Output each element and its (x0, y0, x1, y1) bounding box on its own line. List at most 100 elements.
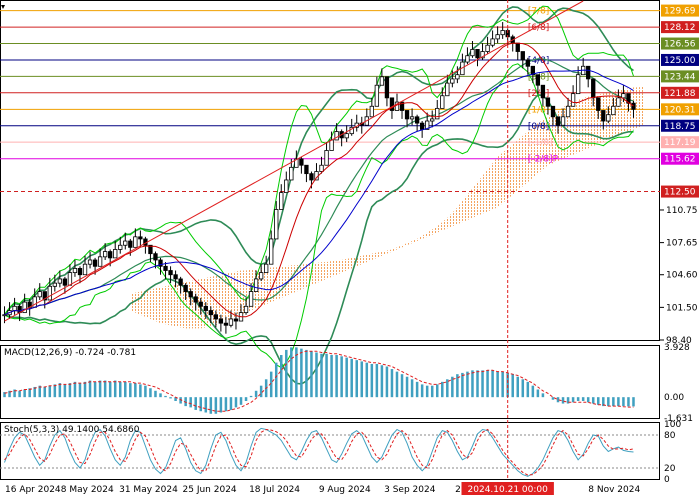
level-tag-label: 112.50 (664, 188, 696, 198)
candle-body (485, 44, 490, 52)
candle-body (77, 268, 83, 276)
candle-body (248, 291, 254, 307)
candle-body (133, 236, 138, 248)
candle-body (188, 291, 193, 298)
candle-body (540, 84, 546, 99)
candle-body (309, 173, 314, 181)
candle-body (319, 164, 324, 172)
candle-body (269, 238, 274, 265)
x-tick-label: 16 Apr 2024 (5, 485, 61, 495)
candle-body (178, 278, 183, 286)
candle-body (183, 284, 188, 292)
level-tag-label: 128.12 (664, 23, 696, 33)
candle-body (575, 74, 581, 95)
candle-body (118, 244, 123, 250)
candle-body (374, 84, 380, 107)
candle-body (82, 263, 88, 276)
level-tag-label: 117.19 (664, 138, 696, 148)
macd-label: MACD(12,26,9) -0.724 -0.781 (4, 348, 136, 358)
price-panel-frame (0, 0, 660, 341)
time-marker-label: 2024.10.21 00:00 (468, 485, 549, 495)
candle-body (304, 164, 309, 175)
candle-body (329, 139, 334, 151)
candle-body (495, 34, 500, 40)
candle-body (414, 116, 420, 124)
candle-body (440, 95, 445, 109)
macd-signal-line (4, 350, 634, 412)
candle-body (72, 268, 78, 274)
candle-body (435, 107, 440, 120)
candle-body (12, 305, 17, 311)
candle-body (324, 150, 329, 166)
candle-body (193, 296, 198, 303)
stoch-signal-line (4, 428, 634, 476)
candle-body (545, 97, 551, 107)
candle-body (450, 78, 455, 84)
macd-tick-label: 0.00 (664, 393, 684, 403)
candle-body (233, 318, 239, 322)
stoch-tick-label: 20 (664, 464, 676, 474)
candle-body (52, 282, 57, 287)
level-tag-label: 121.88 (664, 89, 696, 99)
stoch-tick-label: 100 (664, 420, 681, 430)
candle-body (32, 296, 37, 308)
x-tick-label: 31 May 2024 (119, 485, 178, 495)
candle-body (218, 318, 224, 324)
candle-body (404, 110, 410, 120)
candle-body (243, 305, 249, 314)
symbol-dropdown-icon[interactable] (1, 5, 5, 9)
candle-body (570, 93, 576, 107)
stoch-lines (4, 427, 634, 477)
murrey-label: [-2/8]P (528, 155, 559, 165)
stoch-label: Stoch(5,3,3) 49.1400 54.6860 (4, 425, 140, 435)
murrey-label: [-1/8] (528, 138, 553, 148)
candle-body (138, 236, 143, 240)
macd-tick-label: 3.928 (664, 343, 690, 353)
candle-body (621, 93, 626, 99)
candle-body (409, 116, 415, 120)
murrey-label: [0/8] (528, 122, 550, 132)
candle-body (475, 49, 480, 59)
candle-body (284, 179, 289, 194)
candle-body (253, 278, 259, 292)
stoch-panel: 10080 200 Stoch(5,3,3) 49.1400 54.6860 (0, 420, 681, 485)
candle-body (168, 270, 173, 276)
y-tick-label: 104.60 (666, 271, 698, 281)
candle-body (525, 59, 530, 67)
x-tick-label: 3 Sep 2024 (384, 485, 436, 495)
candle-body (102, 251, 108, 258)
candle-body (611, 105, 616, 116)
candle-body (198, 301, 203, 307)
y-tick-label: 110.75 (666, 206, 698, 216)
x-tick-label: 9 Aug 2024 (319, 485, 371, 495)
level-tag-label: 123.44 (664, 72, 696, 82)
candle-body (228, 318, 234, 326)
time-axis: 16 Apr 2024 8 May 2024 31 May 2024 25 Jun 2… (5, 482, 640, 495)
candle-body (596, 97, 601, 111)
candle-body (565, 105, 571, 118)
candle-body (500, 30, 505, 36)
candle-body (57, 278, 63, 284)
candle-body (62, 278, 68, 286)
candle-body (128, 240, 133, 248)
stoch-axis: 10080 200 (664, 420, 681, 485)
candle-body (108, 251, 113, 259)
level-tag-label: 118.75 (664, 122, 696, 132)
candle-body (113, 249, 118, 259)
candle-body (555, 116, 561, 126)
stoch-levels (0, 434, 660, 469)
level-tag-label: 129.69 (664, 7, 696, 17)
candle-body (299, 158, 304, 166)
candle-body (490, 38, 495, 46)
candle-body (223, 322, 229, 326)
candle-body (92, 259, 98, 267)
candle-body (279, 192, 284, 210)
stoch-tick-label: 0 (664, 475, 670, 485)
candle-body (97, 256, 103, 267)
stoch-tick-label: 80 (664, 431, 676, 441)
candle-body (289, 166, 294, 181)
price-axis: 129.69 128.12 126.56 125.00 123.44 121.88 120.… (660, 4, 699, 346)
candle-body (264, 263, 269, 274)
x-tick-label: 25 Jun 2024 (183, 485, 237, 495)
murrey-label: [1/8] (528, 105, 550, 115)
